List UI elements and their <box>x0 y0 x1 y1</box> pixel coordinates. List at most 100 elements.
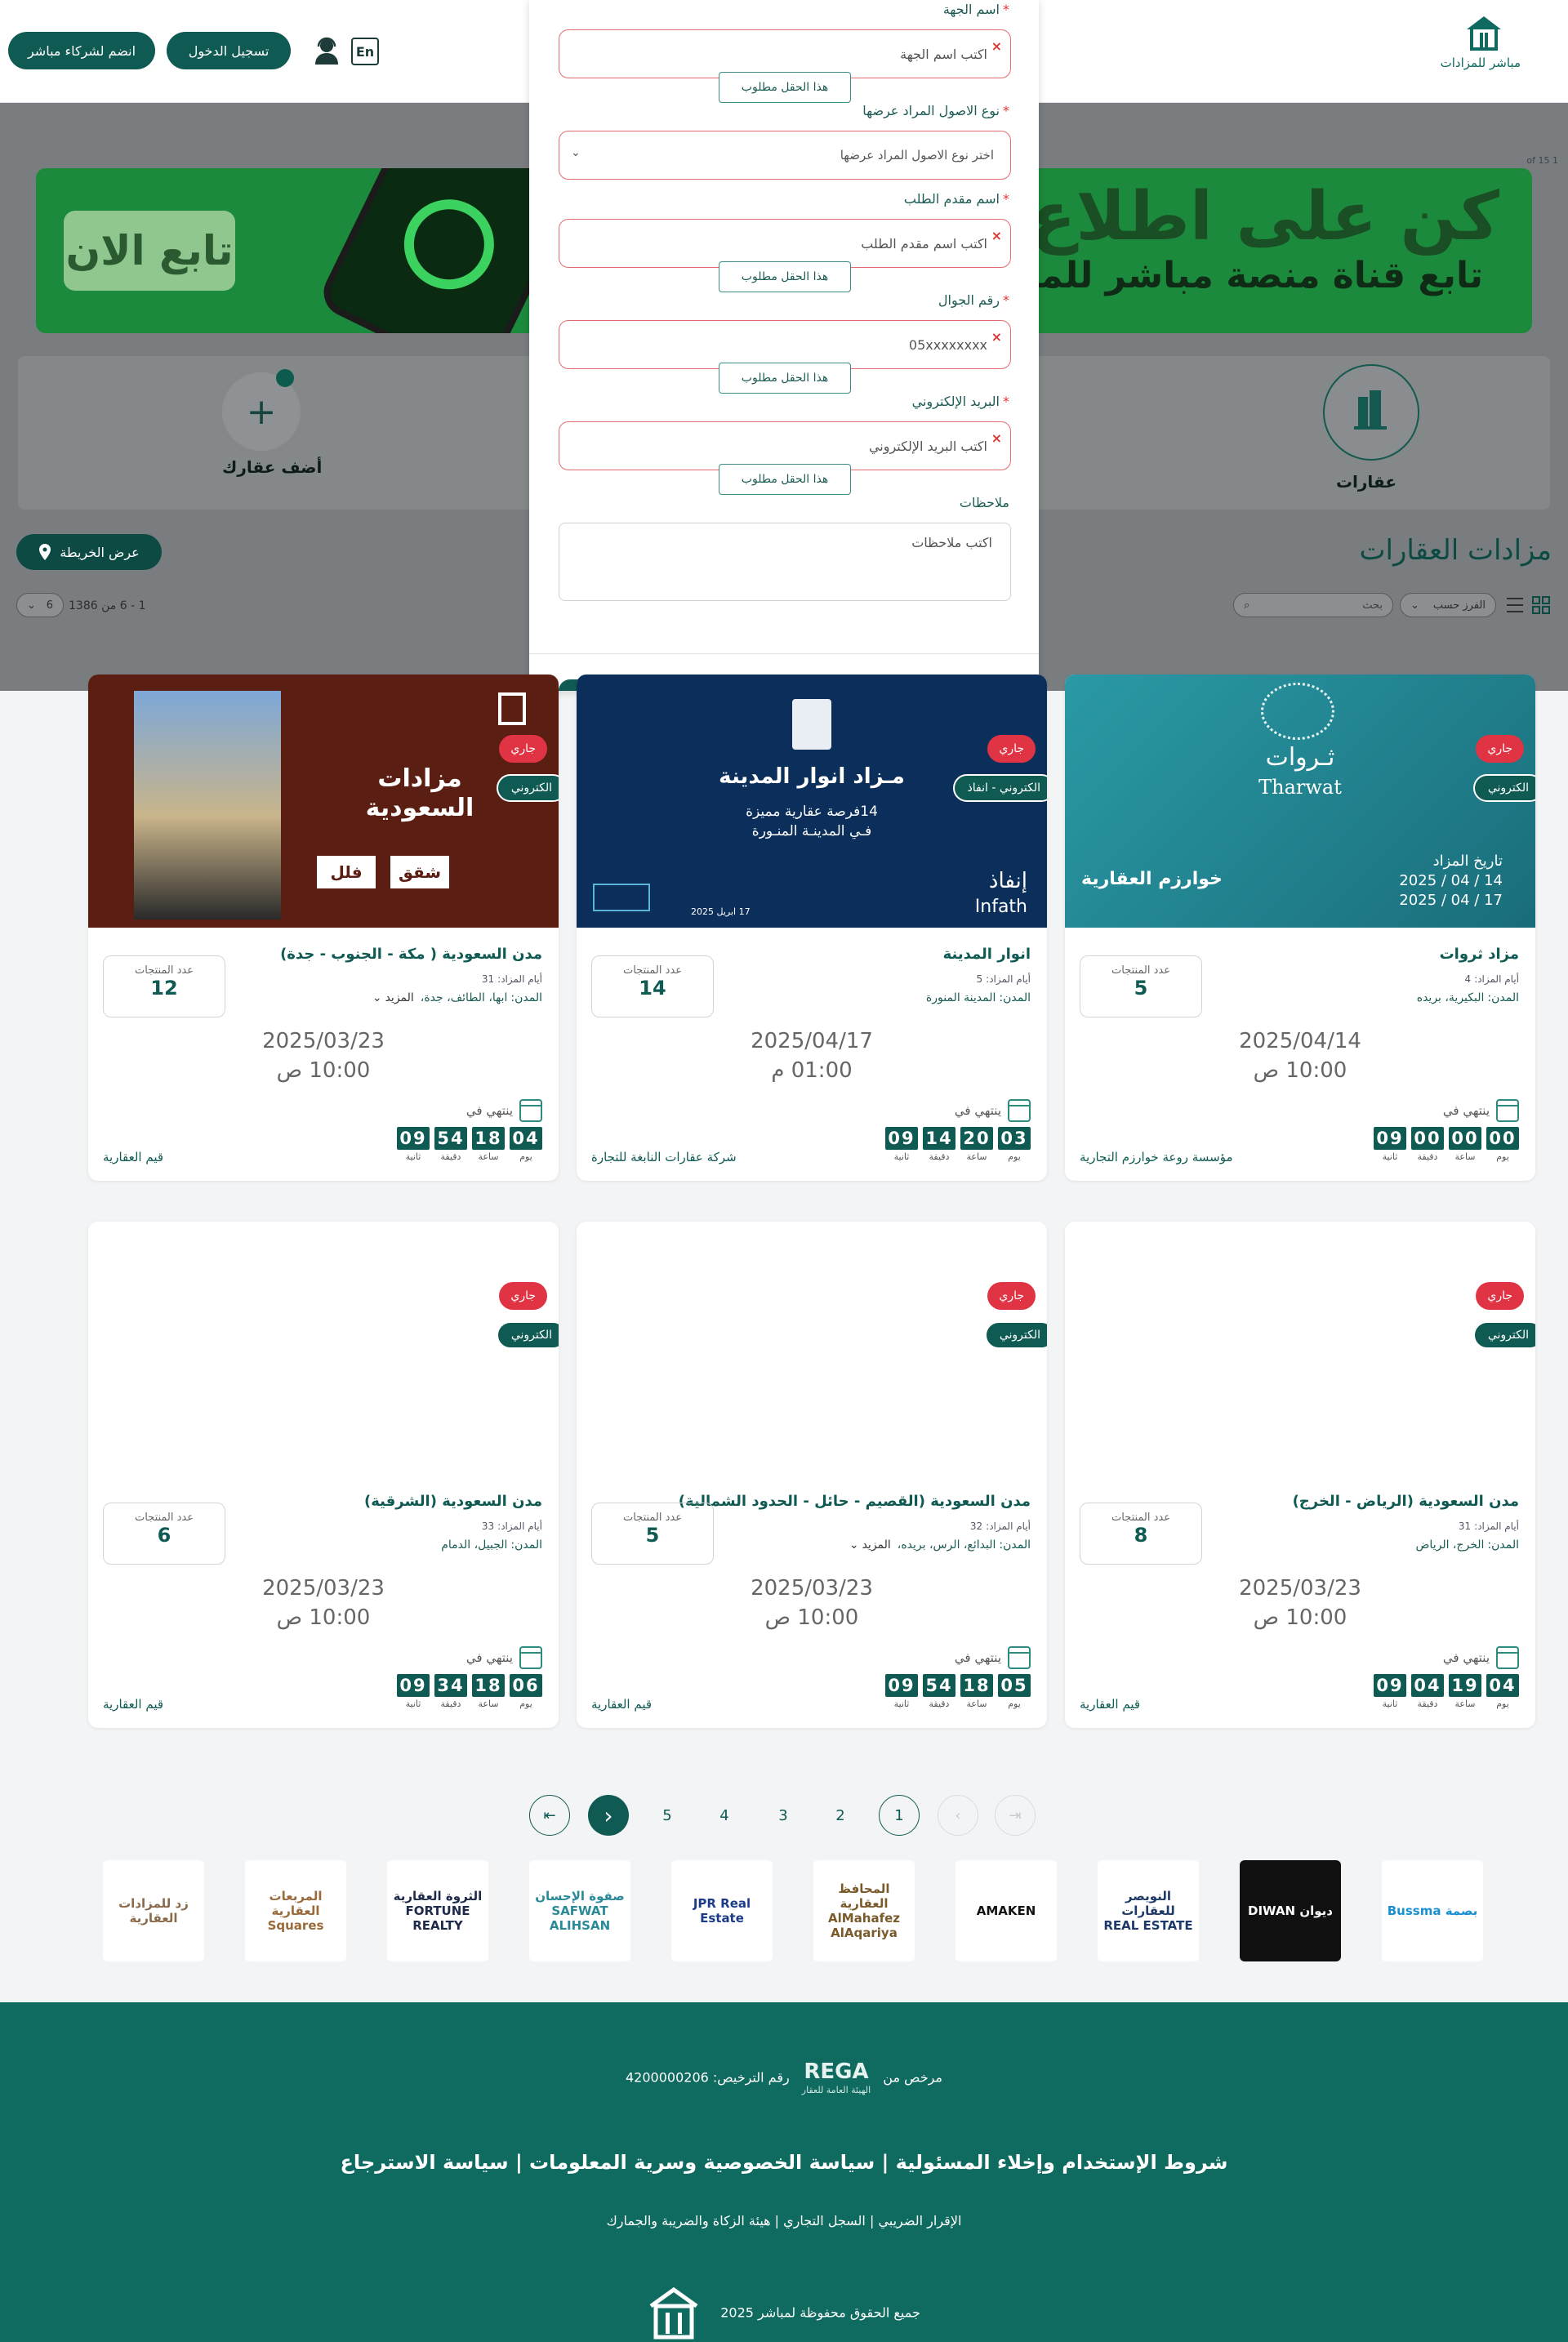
rega-logo[interactable]: REGA الهيئة العامة للعقار <box>802 2061 871 2095</box>
asset-type-placeholder: اختر نوع الاصول المراد عرضها <box>840 148 994 163</box>
previous-page-button[interactable]: ‹ <box>588 1795 629 1836</box>
partner-logo[interactable]: بصمة Bussma <box>1382 1860 1483 1961</box>
page-3-button[interactable]: 3 <box>763 1795 804 1836</box>
partner-logo[interactable]: النويصر للعقارات REAL ESTATE <box>1098 1860 1199 1961</box>
auction-title[interactable]: انوار المدينة <box>943 946 1031 963</box>
countdown-digits: 09 <box>885 1674 918 1697</box>
footer-policy-links[interactable]: شروط الإستخدام وإخلاء المسئولية | سياسة … <box>0 2151 1568 2174</box>
page-5-button[interactable]: 5 <box>647 1795 688 1836</box>
auction-organizer[interactable]: قيم العقارية <box>1080 1697 1140 1712</box>
countdown-timer: 09 ثانية 04 دقيقة 19 ساعة 04 يوم <box>1374 1674 1519 1709</box>
last-page-button[interactable]: ⇥ <box>995 1795 1036 1836</box>
countdown-unit: 04 يوم <box>510 1127 542 1162</box>
countdown-unit-label: ساعة <box>478 1699 499 1709</box>
auction-date: 2025/03/23 <box>1239 1576 1361 1601</box>
page-2-button[interactable]: 2 <box>820 1795 861 1836</box>
email-error: هذا الحقل مطلوب <box>719 464 851 495</box>
support-agent-icon[interactable] <box>310 34 343 67</box>
auction-card[interactable]: جاري الكتروني مدن السعودية (القصيم - حائل … <box>577 1222 1047 1728</box>
show-map-button[interactable]: عرض الخريطة <box>16 534 162 570</box>
partner-logo[interactable]: صفوة الإحسان SAFWAT ALIHSAN <box>529 1860 630 1961</box>
partner-logo[interactable]: الثروة العقارية FORTUNE REALTY <box>387 1860 488 1961</box>
auction-title[interactable]: مزاد ثروات <box>1440 946 1519 963</box>
countdown-unit: 04 يوم <box>1486 1674 1519 1709</box>
next-page-button[interactable]: › <box>938 1795 978 1836</box>
partner-logo[interactable]: AMAKEN <box>956 1860 1057 1961</box>
countdown-value: 19 <box>1449 1674 1481 1697</box>
countdown-value: 09 <box>885 1127 918 1150</box>
list-view-icon[interactable] <box>1504 594 1526 616</box>
auction-card-image[interactable]: ثـروات Tharwat تاريخ المزاد 2025 / 04 / 14 2… <box>1065 675 1535 928</box>
page-size-select[interactable]: 6 ⌄ <box>16 593 64 617</box>
more-cities-toggle[interactable]: المزيد⌄ <box>372 991 414 1004</box>
ends-in: ينتهي في <box>955 1099 1031 1122</box>
auction-organizer[interactable]: قيم العقارية <box>591 1697 652 1712</box>
countdown-unit-label: ساعة <box>1454 1151 1476 1162</box>
auction-title[interactable]: مدن السعودية (القصيم - حائل - الحدود الش… <box>679 1493 1031 1510</box>
auction-card-image[interactable] <box>577 1222 1047 1475</box>
countdown-value: 18 <box>960 1674 993 1697</box>
auction-card-image[interactable] <box>88 1222 559 1475</box>
auction-organizer[interactable]: قيم العقارية <box>103 1697 163 1712</box>
countdown-unit: 06 يوم <box>510 1674 542 1709</box>
auction-type-label: الكتروني - انفاذ <box>967 781 1040 795</box>
org-name-input[interactable]: اكتب اسم الجهة × <box>559 29 1011 78</box>
asset-type-select[interactable]: اختر نوع الاصول المراد عرضها ⌄ <box>559 131 1011 180</box>
partner-logo[interactable]: زد للمزادات العقارية <box>103 1860 204 1961</box>
applicant-name-input[interactable]: اكتب اسم مقدم الطلب × <box>559 219 1011 268</box>
auction-card[interactable]: مزادات السعودية شقق فلل جاري الكتروني مدن الس… <box>88 675 559 1181</box>
auction-card[interactable]: جاري الكتروني مدن السعودية (الرياض - الخرج… <box>1065 1222 1535 1728</box>
partner-logo-text: زد للمزادات العقارية <box>118 1896 189 1926</box>
qiyam-logo <box>498 692 526 725</box>
auction-card[interactable]: جاري الكتروني مدن السعودية (الشرقية) أيام ا… <box>88 1222 559 1728</box>
countdown-unit: 00 ساعة <box>1449 1127 1481 1162</box>
auction-card[interactable]: مـزاد انوار المدينة 14فرصة عقارية مميزة فـ… <box>577 675 1047 1181</box>
language-toggle[interactable]: En <box>351 38 379 65</box>
auction-cities: المدن:الخرج، الرياض <box>1416 1538 1520 1552</box>
footer-sub-links[interactable]: الإقرار الضريبي | السجل التجاري | هيئة ا… <box>0 2213 1568 2228</box>
search-input[interactable]: بحث ⌕ <box>1233 593 1393 617</box>
countdown-value: 05 <box>998 1674 1031 1697</box>
auction-title[interactable]: مدن السعودية (الشرقية) <box>364 1493 542 1510</box>
auction-organizer[interactable]: مؤسسة روعة خوارزم التجارية <box>1080 1150 1233 1164</box>
countdown-unit: 04 دقيقة <box>1411 1674 1444 1709</box>
countdown-digits: 03 <box>998 1127 1031 1150</box>
countdown-digits: 09 <box>397 1674 430 1697</box>
auction-cities: المدن:ابها، الطائف، جدة، المزيد⌄ <box>372 991 542 1004</box>
products-count-label: عدد المنتجات <box>134 1512 194 1524</box>
banner-follow-button[interactable]: تابع الان <box>64 211 235 291</box>
cities-value: ابها، الطائف، جدة، <box>420 991 508 1004</box>
mobile-input[interactable]: 05xxxxxxxx × <box>559 320 1011 369</box>
notes-textarea[interactable]: اكتب ملاحظات <box>559 523 1011 601</box>
auction-type-badge: الكتروني <box>496 774 559 802</box>
partner-logo[interactable]: المحافظ العقارية AlMahafez AlAqariya <box>813 1860 915 1961</box>
auction-title[interactable]: مدن السعودية (الرياض - الخرج) <box>1293 1493 1519 1510</box>
auction-organizer[interactable]: شركة عقارات النابغة للتجارة <box>591 1150 737 1164</box>
auction-title[interactable]: مدن السعودية ( مكة - الجنوب - جدة) <box>280 946 542 963</box>
auction-card-image[interactable] <box>1065 1222 1535 1475</box>
page-1-button[interactable]: 1 <box>879 1795 920 1836</box>
join-partners-button[interactable]: انضم لشركاء مباشر <box>8 32 155 69</box>
auction-date: 2025/03/23 <box>262 1576 385 1601</box>
auction-days: أيام المزاد:31 <box>482 973 542 985</box>
first-page-button[interactable]: ⇤ <box>529 1795 570 1836</box>
countdown-unit: 00 دقيقة <box>1411 1127 1444 1162</box>
auction-card-image[interactable]: مزادات السعودية شقق فلل <box>88 675 559 928</box>
section-title: مزادات العقارات <box>1359 534 1552 567</box>
email-input[interactable]: اكتب البريد الإلكتروني × <box>559 421 1011 470</box>
auction-organizer[interactable]: قيم العقارية <box>103 1150 163 1164</box>
countdown-value: 09 <box>1374 1674 1406 1697</box>
grid-view-icon[interactable] <box>1530 594 1552 616</box>
properties-category-icon[interactable] <box>1323 364 1419 461</box>
document-emblem-icon <box>792 699 831 750</box>
tharwat-date-end: 2025 / 04 / 17 <box>1399 892 1503 909</box>
partner-logo[interactable]: المربعات العقارية Squares <box>245 1860 346 1961</box>
auction-card[interactable]: ثـروات Tharwat تاريخ المزاد 2025 / 04 / 14 2… <box>1065 675 1535 1181</box>
login-button[interactable]: تسجيل الدخول <box>167 32 291 69</box>
sort-dropdown[interactable]: الفرز حسب ⌄ <box>1400 593 1496 617</box>
partner-logo[interactable]: JPR Real Estate <box>671 1860 773 1961</box>
site-logo[interactable]: مباشر للمزادات <box>1441 16 1521 82</box>
more-cities-toggle[interactable]: المزيد⌄ <box>849 1538 891 1552</box>
page-4-button[interactable]: 4 <box>704 1795 745 1836</box>
partner-logo[interactable]: ديوان DIWAN <box>1240 1860 1341 1961</box>
